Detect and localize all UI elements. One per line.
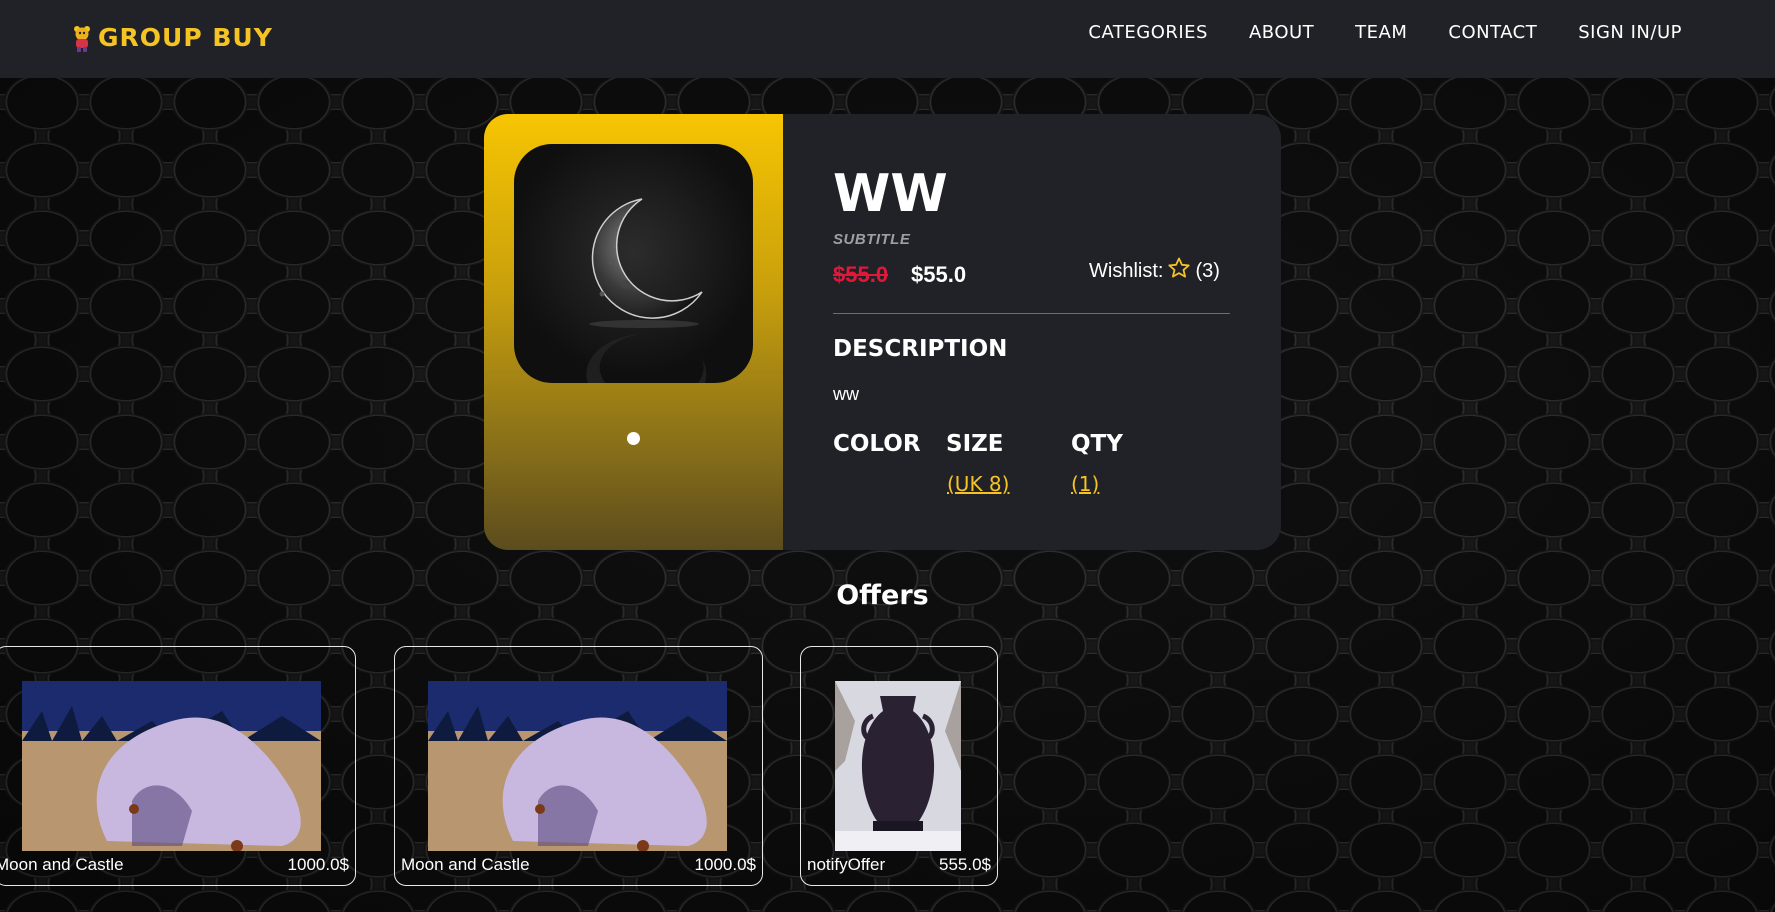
nav-links: CATEGORIES ABOUT TEAM CONTACT SIGN IN/UP <box>1088 22 1682 43</box>
offer-image-dark-vase <box>835 681 961 851</box>
product-subtitle: SUBTITLE <box>833 231 911 248</box>
offer-price: 555.0$ <box>939 855 991 874</box>
nav-link-categories[interactable]: CATEGORIES <box>1088 22 1208 43</box>
offer-price: 1000.0$ <box>287 855 349 874</box>
bear-mascot-logo-icon <box>72 20 92 54</box>
top-navbar: GROUP BUY CATEGORIES ABOUT TEAM CONTACT … <box>0 0 1775 78</box>
star-outline-icon <box>1167 256 1191 286</box>
offer-image-pink-blob <box>22 681 321 851</box>
offers-heading: Offers <box>836 580 929 611</box>
divider <box>833 313 1230 314</box>
description-text: ww <box>833 384 859 404</box>
brand[interactable]: GROUP BUY <box>72 18 273 56</box>
original-price: $55.0 <box>833 262 889 287</box>
brand-name: GROUP BUY <box>98 22 273 52</box>
sale-price: $55.0 <box>911 262 967 287</box>
wishlist-count: (3) <box>1195 259 1220 282</box>
nav-link-about[interactable]: ABOUT <box>1249 22 1314 43</box>
offer-card-3[interactable]: notifyOffer 555.0$ <box>800 646 998 886</box>
color-heading: COLOR <box>833 431 921 457</box>
qty-heading: QTY <box>1071 431 1123 457</box>
size-option-link[interactable]: (UK 8) <box>947 472 1009 496</box>
offer-card-1[interactable]: Moon and Castle 1000.0$ <box>0 646 356 886</box>
nav-link-team[interactable]: TEAM <box>1355 22 1407 43</box>
offer-name: Moon and Castle <box>401 855 530 874</box>
product-details: WW SUBTITLE $55.0 $55.0 Wishlist: (3) DE… <box>783 114 1281 550</box>
wishlist-label: Wishlist: <box>1089 259 1164 282</box>
description-heading: DESCRIPTION <box>833 336 1008 362</box>
offer-name: notifyOffer <box>807 855 886 874</box>
offer-price: 1000.0$ <box>694 855 756 874</box>
offer-card-2[interactable]: Moon and Castle 1000.0$ <box>394 646 763 886</box>
carousel-dot[interactable] <box>627 432 640 445</box>
product-card: WW SUBTITLE $55.0 $55.0 Wishlist: (3) DE… <box>484 114 1281 550</box>
size-heading: SIZE <box>946 431 1004 457</box>
product-title: WW <box>833 164 948 224</box>
offer-name: Moon and Castle <box>0 855 124 874</box>
nav-link-sign-in-up[interactable]: SIGN IN/UP <box>1578 22 1682 43</box>
product-image-panel <box>484 114 783 550</box>
nav-link-contact[interactable]: CONTACT <box>1448 22 1537 43</box>
wishlist-button[interactable]: Wishlist: (3) <box>1089 256 1220 286</box>
offer-image-pink-blob <box>428 681 727 851</box>
qty-option-link[interactable]: (1) <box>1071 472 1099 496</box>
product-image-crescent-moon <box>514 144 753 383</box>
